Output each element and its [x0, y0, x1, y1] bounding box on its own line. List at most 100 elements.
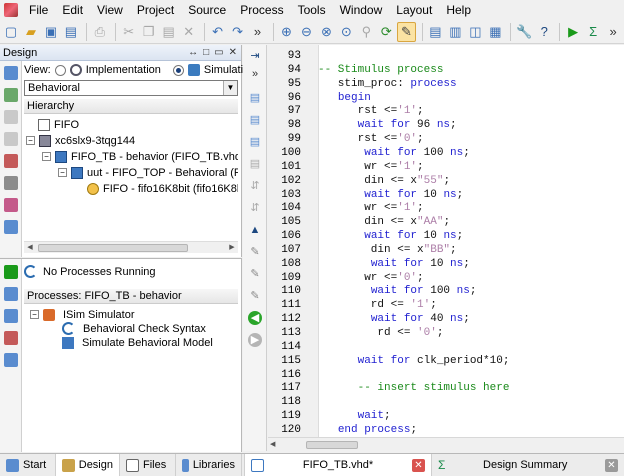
code-line[interactable]: 96 begin — [268, 91, 624, 105]
code-line[interactable]: 105 din <= x"AA"; — [268, 215, 624, 229]
code-line[interactable]: 95 stim_proc: process — [268, 77, 624, 91]
print-icon[interactable]: ⎙ — [91, 22, 109, 42]
more-tools-icon[interactable]: » — [604, 22, 622, 42]
code-line[interactable]: 108 wait for 10 ns; — [268, 257, 624, 271]
code-line[interactable]: 118 — [268, 395, 624, 409]
chevron-down-icon[interactable]: ▼ — [223, 81, 237, 95]
tab-files[interactable]: Files — [120, 454, 176, 476]
marker-icon[interactable]: ▲ — [248, 223, 262, 237]
help-icon[interactable]: ? — [535, 22, 553, 42]
zoom-area-icon[interactable]: ⊙ — [337, 22, 355, 42]
pin-2-icon[interactable]: ✎ — [248, 267, 262, 281]
code-line[interactable]: 97 rst <='1'; — [268, 104, 624, 118]
implementation-radio[interactable] — [54, 64, 66, 76]
goto-icon[interactable]: ⇥ — [248, 49, 262, 63]
code-line[interactable]: 100 wait for 100 ns; — [268, 146, 624, 160]
more-icon[interactable]: » — [248, 67, 262, 81]
menu-process[interactable]: Process — [233, 0, 290, 20]
refresh-icon[interactable]: ⟳ — [377, 22, 395, 42]
rerun-all-icon[interactable] — [4, 309, 18, 323]
toggle-bookmark-icon[interactable]: ⇵ — [248, 179, 262, 193]
view-source-icon[interactable] — [4, 66, 18, 80]
menu-tools[interactable]: Tools — [291, 0, 333, 20]
tab-libraries[interactable]: Libraries — [176, 454, 242, 476]
tree-item[interactable]: − xc6slx9-3tqg144 — [26, 133, 135, 148]
float-icon[interactable]: ↔ — [188, 47, 198, 58]
scroll-left-icon[interactable]: ◀ — [270, 438, 275, 451]
process-item[interactable]: − ISim Simulator — [30, 307, 135, 322]
code-line[interactable]: 117 -- insert stimulus here — [268, 381, 624, 395]
editor-tab-design-summary[interactable]: Σ Design Summary ✕ — [432, 454, 624, 476]
code-line[interactable]: 93 — [268, 49, 624, 63]
next-bookmark-icon[interactable]: ⇵ — [248, 201, 262, 215]
cut-icon[interactable]: ✂ — [120, 22, 138, 42]
menu-project[interactable]: Project — [130, 0, 181, 20]
collapse-icon[interactable]: − — [58, 168, 67, 177]
code-line[interactable]: 109 wr <='0'; — [268, 271, 624, 285]
menu-file[interactable]: File — [22, 0, 55, 20]
menu-window[interactable]: Window — [333, 0, 390, 20]
rerun-icon[interactable] — [4, 287, 18, 301]
code-line[interactable]: 99 rst <='0'; — [268, 132, 624, 146]
add-source-icon[interactable] — [4, 88, 18, 102]
properties-side-icon[interactable] — [4, 176, 18, 190]
copy-icon[interactable]: ❐ — [140, 22, 158, 42]
layout-tile-v-icon[interactable]: ◫ — [466, 22, 484, 42]
open-folder-icon[interactable]: ▰ — [22, 22, 40, 42]
code-line[interactable]: 103 wait for 10 ns; — [268, 188, 624, 202]
menu-source[interactable]: Source — [181, 0, 233, 20]
code-line[interactable]: 114 — [268, 340, 624, 354]
run-icon[interactable]: ▶ — [564, 22, 582, 42]
code-line[interactable]: 104 wr <='1'; — [268, 201, 624, 215]
scroll-thumb[interactable] — [38, 244, 188, 252]
code-line[interactable]: 112 wait for 40 ns; — [268, 312, 624, 326]
stop-icon[interactable] — [4, 353, 18, 367]
process-item[interactable]: Simulate Behavioral Model — [62, 335, 213, 350]
tree-item[interactable]: FIFO - fifo16K8bit (fifo16K8bit.xco) — [87, 181, 238, 196]
undo-icon[interactable]: ↶ — [209, 22, 227, 42]
menu-edit[interactable]: Edit — [55, 0, 90, 20]
code-line[interactable]: 107 din <= x"BB"; — [268, 243, 624, 257]
layout-cascade-icon[interactable]: ▤ — [426, 22, 444, 42]
code-editor[interactable]: 93 94 -- Stimulus process 95 stim_proc: pro… — [268, 45, 624, 451]
remove-source-icon[interactable] — [4, 154, 18, 168]
save-icon[interactable]: ▣ — [42, 22, 60, 42]
tab-design[interactable]: Design — [56, 454, 120, 476]
new-file-icon[interactable]: ▢ — [2, 22, 20, 42]
editor-scrollbar[interactable]: ◀ — [268, 437, 624, 451]
layout-tile-h-icon[interactable]: ▥ — [446, 22, 464, 42]
scroll-right-icon[interactable]: ▶ — [226, 242, 238, 254]
redo-icon[interactable]: ↷ — [229, 22, 247, 42]
paste-icon[interactable]: ▤ — [160, 22, 178, 42]
code-line[interactable]: 106 wait for 10 ns; — [268, 229, 624, 243]
close-icon[interactable]: ✕ — [229, 47, 237, 58]
zoom-fit-icon[interactable]: ⊗ — [317, 22, 335, 42]
save-all-icon[interactable]: ▤ — [62, 22, 80, 42]
tree-item[interactable]: − FIFO_TB - behavior (FIFO_TB.vhd) — [42, 149, 238, 164]
code-line[interactable]: 120 end process; — [268, 423, 624, 437]
restore-icon[interactable]: □ — [203, 47, 209, 58]
edit-icon[interactable] — [4, 198, 18, 212]
code-line[interactable]: 110 wait for 100 ns; — [268, 284, 624, 298]
menu-layout[interactable]: Layout — [389, 0, 439, 20]
pin-3-icon[interactable]: ✎ — [248, 289, 262, 303]
zoom-out-icon[interactable]: ⊖ — [297, 22, 315, 42]
editor-tab-fifo-tb[interactable]: FIFO_TB.vhd* ✕ — [244, 454, 432, 476]
delete-icon[interactable]: ✕ — [180, 22, 198, 42]
comment-icon[interactable]: ▤ — [248, 135, 262, 149]
code-line[interactable]: 94 -- Stimulus process — [268, 63, 624, 77]
table-icon[interactable] — [4, 220, 18, 234]
close-tab-icon[interactable]: ✕ — [605, 458, 618, 472]
layout-grid-icon[interactable]: ▦ — [486, 22, 504, 42]
navigate-forward-icon[interactable]: ▶ — [248, 333, 262, 347]
tab-start[interactable]: Start — [0, 454, 56, 476]
back-arrow-icon[interactable] — [248, 255, 262, 269]
tree-item[interactable]: − uut - FIFO_TOP - Behavioral (FIFO_TOP.… — [58, 165, 238, 180]
collapse-icon[interactable]: − — [26, 136, 35, 145]
code-line[interactable]: 98 wait for 96 ns; — [268, 118, 624, 132]
navigate-back-icon[interactable]: ◀ — [248, 311, 262, 325]
highlight-tool-icon[interactable]: ✎ — [397, 21, 416, 42]
maximize-icon[interactable]: ▭ — [214, 47, 223, 58]
code-line[interactable]: 119 wait; — [268, 409, 624, 423]
hierarchy-icon[interactable] — [4, 132, 18, 146]
